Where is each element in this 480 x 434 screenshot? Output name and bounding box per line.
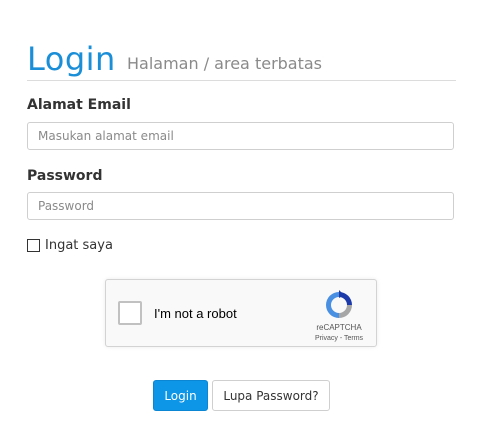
remember-me-checkbox[interactable] [27, 239, 40, 252]
page-subtitle: Halaman / area terbatas [127, 54, 323, 73]
recaptcha-links: Privacy - Terms [304, 335, 374, 342]
recaptcha-terms-link[interactable]: Terms [344, 335, 363, 342]
email-label: Alamat Email [27, 97, 131, 113]
recaptcha-label: I'm not a robot [154, 306, 237, 321]
password-field[interactable] [27, 192, 454, 220]
recaptcha-brand: reCAPTCHA [316, 323, 362, 332]
recaptcha-privacy-link[interactable]: Privacy [315, 335, 338, 342]
password-label: Password [27, 168, 103, 184]
login-button[interactable]: Login [153, 380, 208, 411]
recaptcha-logo-icon [326, 290, 352, 318]
recaptcha-checkbox[interactable] [118, 301, 142, 325]
remember-me-label: Ingat saya [45, 238, 113, 253]
forgot-password-button[interactable]: Lupa Password? [212, 380, 330, 411]
remember-me[interactable]: Ingat saya [27, 238, 113, 253]
page-header: Login Halaman / area terbatas [27, 38, 456, 81]
recaptcha-widget: I'm not a robot reCAPTCHA Privacy - Term… [105, 279, 377, 347]
page-title: Login [27, 40, 116, 78]
email-field[interactable] [27, 122, 454, 150]
